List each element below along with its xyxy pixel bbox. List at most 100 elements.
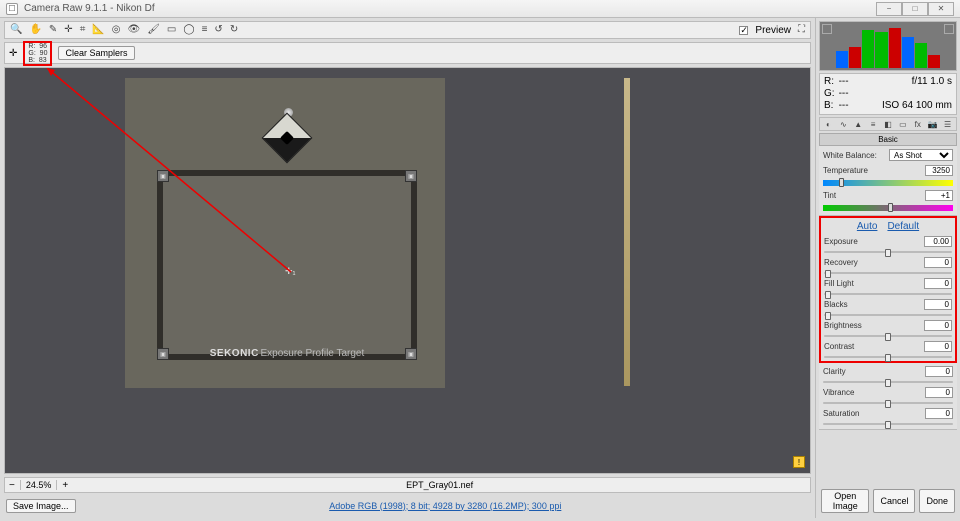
title-bar: ☐ Camera Raw 9.1.1 - Nikon Df − □ ✕ — [0, 0, 960, 18]
open-image-button[interactable]: Open Image — [821, 489, 869, 513]
maximize-button[interactable]: □ — [902, 2, 928, 16]
corner-marker: ▣ — [157, 348, 169, 360]
blacks-label: Blacks — [824, 300, 920, 309]
bright-label: Brightness — [824, 321, 920, 330]
blacks-slider[interactable] — [824, 314, 952, 316]
hand-tool-icon[interactable]: ✋ — [29, 25, 41, 35]
prefs-icon[interactable]: ≡ — [202, 25, 208, 35]
contrast-value[interactable]: 0 — [924, 341, 952, 352]
cancel-button[interactable]: Cancel — [873, 489, 915, 513]
corner-marker: ▣ — [405, 170, 417, 182]
exposure-slider[interactable] — [824, 251, 952, 253]
recovery-value[interactable]: 0 — [924, 257, 952, 268]
tab-basic[interactable]: ◐ — [823, 119, 834, 129]
tab-fx[interactable]: fx — [912, 119, 923, 129]
fill-value[interactable]: 0 — [924, 278, 952, 289]
tab-curve[interactable]: ∿ — [838, 119, 849, 129]
done-button[interactable]: Done — [919, 489, 955, 513]
workflow-link[interactable]: Adobe RGB (1998); 8 bit; 4928 by 3280 (1… — [329, 501, 561, 511]
straighten-icon[interactable]: 📐 — [92, 25, 104, 35]
top-toolbar: 🔍 ✋ ✎ ✛ ⌗ 📐 ◎ 👁 🖌 ▭ ◯ ≡ ↺ ↻ Preview ⛶ — [4, 21, 811, 39]
tab-camera[interactable]: 📷 — [927, 119, 938, 129]
histogram-bars — [836, 26, 940, 68]
saturation-value[interactable]: 0 — [925, 408, 953, 419]
sample-point-marker: ✛₁ — [285, 266, 296, 277]
tint-label: Tint — [823, 191, 921, 200]
saturation-label: Saturation — [823, 409, 921, 418]
shadow-clip-icon[interactable] — [822, 24, 832, 34]
highlight-clip-icon[interactable] — [944, 24, 954, 34]
fill-slider[interactable] — [824, 293, 952, 295]
target-frame: ▣ ▣ ▣ ▣ SEKONIC Exposure Profile Target — [157, 170, 417, 360]
crop-tool-icon[interactable]: ⌗ — [80, 25, 86, 35]
spot-removal-icon[interactable]: ◎ — [112, 25, 121, 35]
blacks-value[interactable]: 0 — [924, 299, 952, 310]
grad-filter-icon[interactable]: ▭ — [167, 25, 176, 35]
bright-value[interactable]: 0 — [924, 320, 952, 331]
image-preview[interactable]: ▣ ▣ ▣ ▣ SEKONIC Exposure Profile Target … — [4, 67, 811, 474]
zoom-in-icon[interactable]: + — [62, 480, 68, 491]
temp-label: Temperature — [823, 166, 921, 175]
corner-marker: ▣ — [157, 170, 169, 182]
right-panel: R:---f/11 1.0 s G:--- B:---ISO 64 100 mm… — [815, 18, 960, 518]
auto-link[interactable]: Auto — [857, 221, 878, 232]
panel-header: Basic — [819, 133, 957, 146]
vibrance-value[interactable]: 0 — [925, 387, 953, 398]
zoom-value[interactable]: 24.5% — [26, 480, 52, 490]
exposure-label: Exposure — [824, 237, 920, 246]
bright-slider[interactable] — [824, 335, 952, 337]
contrast-label: Contrast — [824, 342, 920, 351]
temp-value[interactable]: 3250 — [925, 165, 953, 176]
minimize-button[interactable]: − — [876, 2, 902, 16]
filename-label: EPT_Gray01.nef — [73, 480, 806, 490]
sampler-point-icon: ✛ — [9, 48, 17, 59]
saturation-slider[interactable] — [823, 423, 953, 425]
wb-select[interactable]: As Shot — [889, 149, 953, 161]
clarity-value[interactable]: 0 — [925, 366, 953, 377]
clarity-slider[interactable] — [823, 381, 953, 383]
target-brand: SEKONIC Exposure Profile Target — [210, 348, 365, 359]
histogram[interactable] — [819, 21, 957, 71]
zoom-tool-icon[interactable]: 🔍 — [10, 25, 22, 35]
exposure-value[interactable]: 0.00 — [924, 236, 952, 247]
tab-detail[interactable]: ▲ — [853, 119, 864, 129]
tab-hsl[interactable]: ≡ — [868, 119, 879, 129]
tab-split[interactable]: ◧ — [883, 119, 894, 129]
vibrance-label: Vibrance — [823, 388, 921, 397]
wb-label: White Balance: — [823, 151, 885, 160]
adjust-brush-icon[interactable]: 🖌 — [147, 25, 160, 35]
radial-filter-icon[interactable]: ◯ — [183, 25, 194, 35]
temp-slider[interactable] — [823, 180, 953, 186]
tint-slider[interactable] — [823, 205, 953, 211]
eyedropper-icon[interactable]: ✎ — [49, 25, 57, 35]
clipping-warning-icon[interactable]: ! — [793, 456, 805, 468]
contrast-slider[interactable] — [824, 356, 952, 358]
rotate-ccw-icon[interactable]: ↺ — [214, 25, 222, 35]
clarity-label: Clarity — [823, 367, 921, 376]
close-button[interactable]: ✕ — [928, 2, 954, 16]
fullscreen-icon[interactable]: ⛶ — [798, 25, 805, 35]
tab-presets[interactable]: ☰ — [942, 119, 953, 129]
exif-info: R:---f/11 1.0 s G:--- B:---ISO 64 100 mm — [819, 73, 957, 115]
zoom-out-icon[interactable]: − — [9, 480, 15, 491]
bottom-row: Save Image... Adobe RGB (1998); 8 bit; 4… — [4, 496, 811, 514]
clear-samplers-button[interactable]: Clear Samplers — [58, 46, 134, 60]
save-image-button[interactable]: Save Image... — [6, 499, 76, 513]
corner-marker: ▣ — [405, 348, 417, 360]
card-edge — [624, 78, 630, 386]
preview-checkbox[interactable] — [739, 26, 748, 35]
app-icon: ☐ — [6, 3, 18, 15]
tint-value[interactable]: +1 — [925, 190, 953, 201]
recovery-label: Recovery — [824, 258, 920, 267]
recovery-slider[interactable] — [824, 272, 952, 274]
sampler-icon[interactable]: ✛ — [64, 25, 72, 35]
vibrance-slider[interactable] — [823, 402, 953, 404]
panel-tabs: ◐ ∿ ▲ ≡ ◧ ▭ fx 📷 ☰ — [819, 117, 957, 131]
rotate-cw-icon[interactable]: ↻ — [230, 25, 238, 35]
tab-lens[interactable]: ▭ — [897, 119, 908, 129]
redeye-icon[interactable]: 👁 — [128, 25, 141, 35]
default-link[interactable]: Default — [887, 221, 919, 232]
rgb-readout: R: 96 G: 90 B: 83 — [23, 41, 52, 66]
exposure-group: AutoDefault Exposure0.00 Recovery0 Fill … — [819, 216, 957, 363]
preview-footer: − 24.5% + EPT_Gray01.nef — [4, 477, 811, 493]
